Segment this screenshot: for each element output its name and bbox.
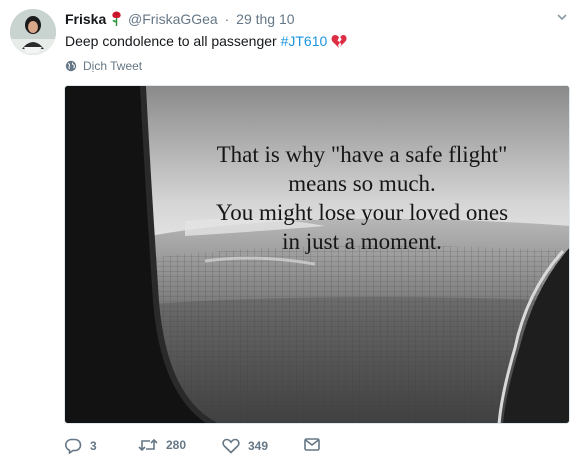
rose-emoji-icon (111, 11, 122, 30)
like-button[interactable]: 349 (222, 438, 268, 454)
globe-icon (65, 60, 77, 76)
like-icon (222, 438, 240, 454)
tweet-actions: 3 280 349 (64, 438, 364, 460)
avatar[interactable] (10, 9, 56, 55)
retweet-icon (138, 438, 158, 452)
reply-count: 3 (90, 439, 97, 453)
author-name[interactable]: Friska (65, 11, 106, 27)
tweet-image[interactable]: That is why "have a safe flight" means s… (64, 85, 570, 424)
image-quote: That is why "have a safe flight" means s… (65, 140, 569, 256)
separator-dot: · (224, 11, 230, 27)
quote-line: in just a moment. (282, 229, 442, 254)
like-count: 349 (248, 439, 269, 453)
tweet-timestamp[interactable]: 29 thg 10 (236, 11, 294, 27)
broken-heart-emoji-icon (331, 34, 347, 53)
chevron-down-icon[interactable] (556, 10, 568, 28)
tweet-text: Deep condolence to all passenger #JT610 (65, 32, 347, 53)
quote-line: That is why "have a safe flight" (216, 142, 508, 167)
quote-line: means so much. (288, 171, 436, 196)
reply-icon (65, 438, 82, 454)
tweet-body: Deep condolence to all passenger (65, 33, 281, 49)
translate-label: Dịch Tweet (83, 59, 143, 73)
retweet-button[interactable]: 280 (138, 438, 186, 452)
hashtag-link[interactable]: #JT610 (281, 33, 328, 49)
author-handle[interactable]: @FriskaGGea (128, 11, 218, 27)
avatar-image (10, 9, 56, 55)
reply-button[interactable]: 3 (64, 438, 97, 454)
direct-message-button[interactable] (304, 438, 328, 451)
retweet-count: 280 (166, 438, 187, 452)
quote-line: You might lose your loved ones (215, 200, 509, 225)
tweet-header: Friska @FriskaGGea · 29 thg 10 (65, 10, 570, 30)
translate-tweet-link[interactable]: Dịch Tweet (65, 58, 142, 76)
direct-message-icon (304, 438, 320, 451)
